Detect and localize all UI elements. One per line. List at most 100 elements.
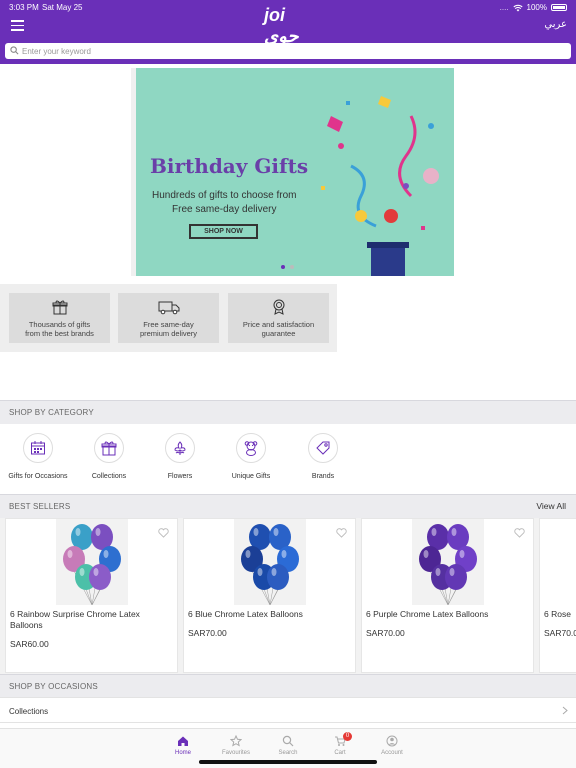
category-icon-circle	[308, 433, 338, 463]
category-label: Flowers	[167, 473, 193, 480]
gift-box-icon	[52, 300, 67, 315]
tag-icon	[316, 441, 330, 455]
flower-icon	[174, 441, 186, 455]
balloon-highlight	[449, 568, 455, 576]
battery-percent: 100%	[526, 3, 547, 12]
balloon-highlight	[93, 568, 99, 576]
signal-dots: ....	[499, 3, 509, 12]
banner-title: Birthday Gifts	[150, 154, 309, 178]
category-brands[interactable]: Brands	[286, 433, 360, 480]
heart-icon[interactable]	[158, 528, 169, 538]
balloon-highlight	[431, 528, 437, 536]
banner-subtitle-2: Free same-day delivery	[172, 204, 277, 215]
home-icon	[178, 736, 188, 746]
wifi-icon	[512, 4, 523, 11]
best-sellers-carousel[interactable]: 6 Rainbow Surprise Chrome Latex Balloons…	[0, 518, 576, 675]
gift-icon	[101, 441, 117, 456]
feature-line-2: from the best brands	[25, 329, 94, 338]
feature-text: Free same-day premium delivery	[118, 320, 219, 338]
balloon-highlight	[435, 568, 441, 576]
category-collections[interactable]: Collections	[72, 433, 146, 480]
row-label: Collections	[9, 707, 49, 716]
delivery-truck-icon	[158, 301, 179, 315]
tab-label: Favourites	[221, 750, 250, 756]
product-card-partial[interactable]: 6 Rose SAR70.0	[539, 518, 576, 673]
battery-icon	[551, 4, 567, 11]
category-unique-gifts[interactable]: Unique Gifts	[214, 433, 288, 480]
feature-text: Thousands of gifts from the best brands	[9, 320, 110, 338]
shop-now-button[interactable]: SHOP NOW	[189, 224, 258, 239]
feature-line-1: Thousands of gifts	[28, 320, 91, 329]
tab-home[interactable]: Home	[163, 735, 203, 756]
product-price: SAR60.00	[10, 639, 49, 649]
balloon-highlight	[67, 550, 73, 558]
category-icon-circle	[165, 433, 195, 463]
carousel-dots[interactable]	[281, 265, 294, 269]
product-price: SAR70.0	[544, 628, 576, 638]
view-all-link[interactable]: View All	[536, 501, 566, 511]
search-icon	[282, 735, 294, 747]
occasion-row-collections[interactable]: Collections	[0, 697, 576, 723]
heart-icon[interactable]	[336, 528, 347, 538]
balloon-highlight	[95, 528, 101, 536]
feature-card-delivery: Free same-day premium delivery	[118, 293, 219, 343]
category-flowers[interactable]: Flowers	[143, 433, 217, 480]
app-header: 3:03 PM Sat May 25 .... 100% joi جوي عرب…	[0, 0, 576, 64]
balloon-highlight	[103, 550, 109, 558]
section-header-best-sellers: BEST SELLERS View All	[0, 494, 576, 518]
balloon-string	[263, 588, 271, 605]
category-label: Collections	[91, 473, 127, 480]
balloon-highlight	[257, 568, 263, 576]
feature-card-gifts: Thousands of gifts from the best brands	[9, 293, 110, 343]
category-gifts-for-occasions[interactable]: Gifts for Occasions	[1, 433, 75, 480]
app-logo[interactable]: joi جوي	[264, 5, 314, 46]
product-name: 6 Rainbow Surprise Chrome Latex Balloons	[10, 609, 140, 630]
tab-label: Search	[278, 750, 298, 756]
product-card[interactable]: 6 Rainbow Surprise Chrome Latex Balloons…	[5, 518, 178, 673]
search-icon	[10, 46, 19, 55]
tab-label: Cart	[334, 750, 346, 756]
balloon-highlight	[253, 528, 259, 536]
balloon-highlight	[281, 550, 287, 558]
balloon-highlight	[273, 528, 279, 536]
balloon-highlight	[271, 568, 277, 576]
product-price: SAR70.00	[188, 628, 227, 638]
chevron-right-icon	[562, 706, 568, 715]
section-title: SHOP BY OCCASIONS	[9, 682, 98, 691]
status-date: Sat May 25	[42, 3, 83, 12]
section-title: SHOP BY CATEGORY	[9, 408, 94, 417]
product-card[interactable]: 6 Purple Chrome Latex Balloons SAR70.00	[361, 518, 534, 673]
tab-search[interactable]: Search	[268, 735, 308, 756]
hero-banner[interactable]: Birthday Gifts Hundreds of gifts to choo…	[131, 68, 454, 276]
hamburger-menu-icon[interactable]	[11, 20, 24, 31]
hero-carousel[interactable]: Birthday Gifts Hundreds of gifts to choo…	[0, 64, 576, 278]
section-header-occasions: SHOP BY OCCASIONS	[0, 674, 576, 698]
search-bar[interactable]	[5, 43, 571, 59]
balloon	[445, 564, 467, 590]
status-time: 3:03 PM	[9, 3, 39, 12]
balloon	[267, 564, 289, 590]
tab-account[interactable]: Account	[372, 735, 412, 756]
balloon-highlight	[459, 550, 465, 558]
category-icon-circle	[94, 433, 124, 463]
category-label: Brands	[311, 473, 335, 480]
product-name: 6 Rose	[544, 609, 571, 619]
search-input[interactable]	[22, 43, 562, 59]
party-confetti-illustration	[321, 96, 439, 276]
tab-favourites[interactable]: Favourites	[216, 735, 256, 756]
feature-line-1: Free same-day	[143, 320, 194, 329]
balloon-highlight	[79, 568, 85, 576]
product-name: 6 Blue Chrome Latex Balloons	[188, 609, 303, 619]
product-card[interactable]: 6 Blue Chrome Latex Balloons SAR70.00	[183, 518, 356, 673]
balloon-highlight	[451, 528, 457, 536]
language-toggle[interactable]: عربي	[544, 19, 567, 30]
feature-text: Price and satisfaction guarantee	[228, 320, 329, 338]
heart-icon[interactable]	[514, 528, 525, 538]
cart-badge: 0	[343, 732, 352, 741]
tab-cart[interactable]: 0 Cart	[320, 732, 360, 756]
carousel-dot-1[interactable]	[281, 265, 285, 269]
carousel-dot-2[interactable]	[290, 265, 294, 269]
feature-card-guarantee: Price and satisfaction guarantee	[228, 293, 329, 343]
category-label: Gifts for Occasions	[8, 473, 68, 480]
award-badge-icon	[273, 299, 284, 315]
